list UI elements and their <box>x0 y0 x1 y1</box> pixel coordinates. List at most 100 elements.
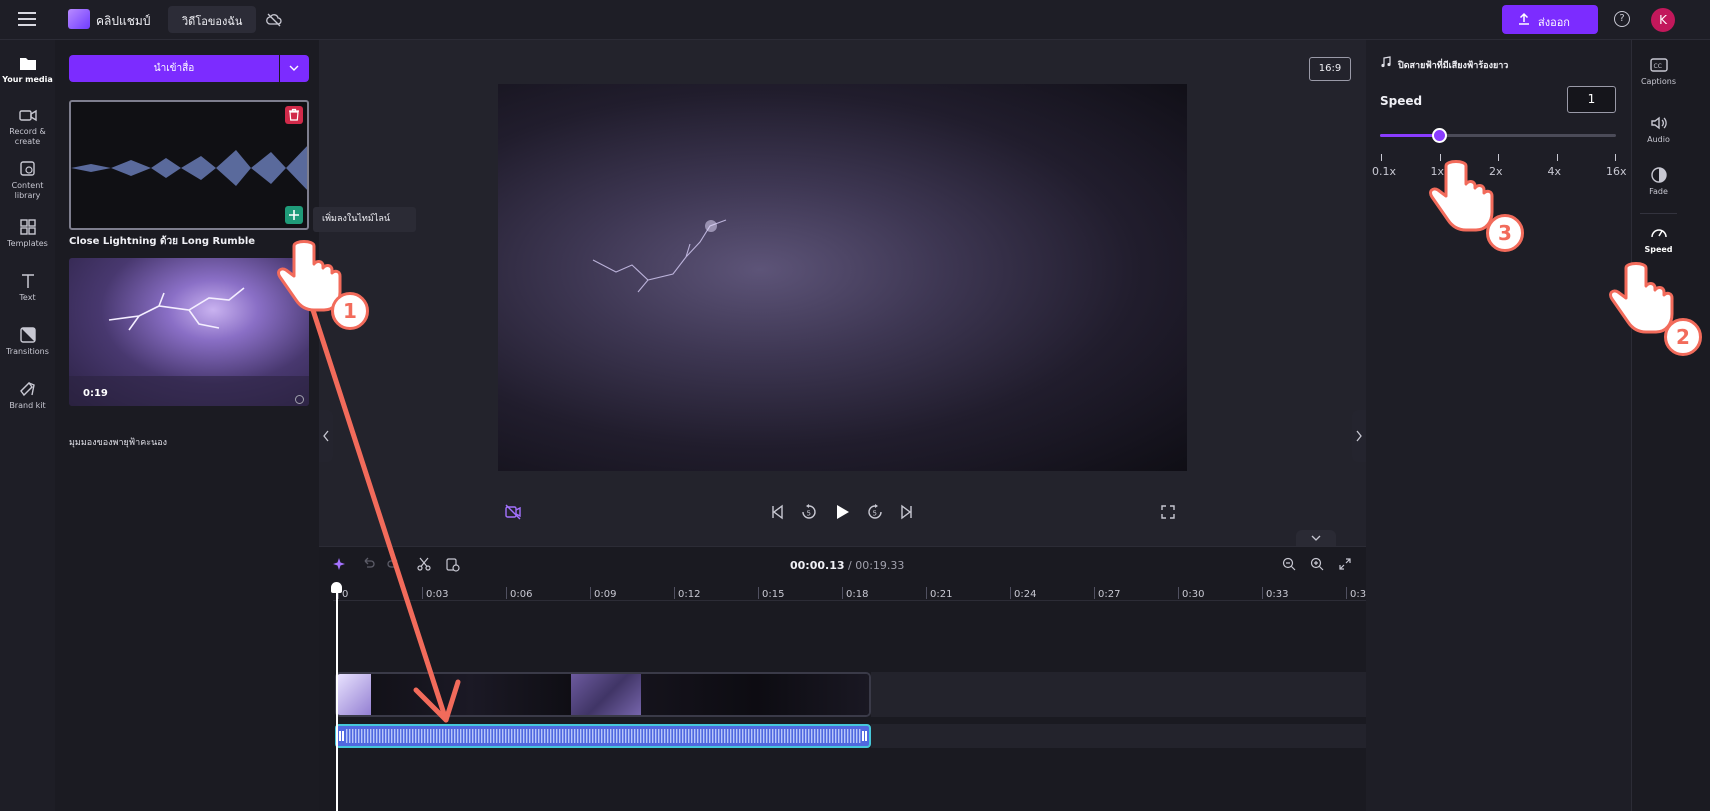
chevron-right-icon <box>1356 430 1362 442</box>
speed-tick <box>1439 154 1441 161</box>
speed-tick-label: 2x <box>1489 165 1503 178</box>
add-to-timeline-button[interactable] <box>285 206 303 224</box>
ruler-tick-label: 0:06 <box>510 589 533 600</box>
speed-tick <box>1615 154 1616 161</box>
rewind-5-icon[interactable]: 5 <box>800 503 818 521</box>
brand-kit-icon <box>19 381 35 397</box>
rail-captions[interactable]: CC Captions <box>1631 56 1686 86</box>
collapse-timeline-button[interactable] <box>1296 530 1336 546</box>
fullscreen-icon[interactable] <box>1159 503 1177 521</box>
nav-label: Transitions <box>6 347 49 356</box>
export-label: ส่งออก <box>1538 16 1570 29</box>
aspect-ratio-button[interactable]: 16:9 <box>1309 57 1351 81</box>
upload-icon <box>1519 12 1529 25</box>
ruler-tick-label: 0:18 <box>846 589 869 600</box>
library-icon <box>19 161 35 176</box>
total-time: / 00:19.33 <box>844 559 905 572</box>
ruler-tick <box>590 587 591 599</box>
speedometer-icon <box>1650 229 1667 238</box>
step-3-badge: 3 <box>1486 214 1524 252</box>
audio-clip[interactable] <box>335 724 871 748</box>
rail-label: Fade <box>1649 187 1668 196</box>
speed-label: Speed <box>1380 94 1423 108</box>
nav-your-media[interactable]: Your media <box>0 54 55 85</box>
audio-waveform <box>71 146 307 190</box>
forward-5-icon[interactable]: 5 <box>866 503 884 521</box>
video-duration: 0:19 <box>83 388 108 399</box>
fit-timeline-icon[interactable] <box>1337 556 1353 572</box>
clip-title: ปิดสายฟ้าที่มีเสียงฟ้าร้องยาว <box>1398 61 1509 71</box>
export-button[interactable]: ส่งออก <box>1502 5 1598 34</box>
video-frame <box>371 674 571 715</box>
text-icon <box>21 274 34 288</box>
ruler-tick-label: 0:33 <box>1266 589 1289 600</box>
lightning-thumbnail <box>69 287 309 406</box>
playhead-handle[interactable] <box>331 582 342 593</box>
video-media-card[interactable]: 0:19 <box>69 258 309 406</box>
ruler-tick <box>926 587 927 599</box>
nav-transitions[interactable]: Transitions <box>0 326 55 357</box>
ruler-tick-label: 0:27 <box>1098 589 1121 600</box>
timecode: 00:00.13 / 00:19.33 <box>790 559 904 572</box>
clipchamp-editor: คลิปแชมป์ วิดีโอของฉัน ส่งออก ? K Your m… <box>0 0 1710 811</box>
ruler-tick-label: 0:09 <box>594 589 617 600</box>
plus-icon <box>289 210 299 220</box>
collapse-right-panel-button[interactable] <box>1352 410 1366 462</box>
play-icon[interactable] <box>833 503 851 521</box>
speaker-icon <box>1650 116 1667 130</box>
avatar[interactable]: K <box>1651 8 1675 32</box>
transitions-icon <box>19 327 36 343</box>
zoom-in-icon[interactable] <box>1309 556 1325 572</box>
nav-text[interactable]: Text <box>0 272 55 303</box>
hamburger-menu-icon[interactable] <box>18 12 36 26</box>
collapse-left-panel-button[interactable] <box>319 410 333 462</box>
audio-media-card[interactable] <box>69 100 309 230</box>
video-frame <box>337 674 371 715</box>
camera-off-icon[interactable] <box>504 503 522 521</box>
skip-forward-icon[interactable] <box>898 503 916 521</box>
media-panel: นำเข้าสื่อ Close Lightning ด้วย Long Rum… <box>55 40 319 811</box>
nav-brand-kit[interactable]: Brand kit <box>0 380 55 411</box>
rail-label: Speed <box>1644 245 1673 254</box>
speed-tick <box>1498 154 1499 161</box>
ruler-tick-label: 0:30 <box>1182 589 1205 600</box>
rail-fade[interactable]: Fade <box>1631 166 1686 196</box>
magic-sparkle-icon[interactable] <box>332 556 348 572</box>
import-dropdown-button[interactable] <box>280 55 309 82</box>
app-name: คลิปแชมป์ <box>96 14 151 28</box>
speed-tick-label: 4x <box>1547 165 1562 178</box>
scissors-icon[interactable] <box>416 556 432 572</box>
ruler-tick <box>1010 587 1011 599</box>
svg-text:5: 5 <box>807 510 811 518</box>
zoom-out-icon[interactable] <box>1281 556 1297 572</box>
redo-icon[interactable] <box>386 556 402 572</box>
nav-templates[interactable]: Templates <box>0 218 55 249</box>
duplicate-icon[interactable] <box>444 556 460 572</box>
delete-button[interactable] <box>285 106 303 124</box>
templates-icon <box>19 219 36 235</box>
playhead[interactable] <box>336 586 338 811</box>
speed-input[interactable]: 1 <box>1567 86 1616 113</box>
nav-record-create[interactable]: Record & create <box>0 106 55 147</box>
svg-text:5: 5 <box>873 510 877 518</box>
ruler-tick-label: 0:15 <box>762 589 785 600</box>
ruler-tick <box>1262 587 1263 599</box>
import-media-button[interactable]: นำเข้าสื่อ <box>69 55 279 82</box>
my-videos-tab[interactable]: วิดีโอของฉัน <box>168 6 257 33</box>
rail-divider <box>1640 213 1677 214</box>
rail-speed[interactable]: Speed <box>1631 224 1686 254</box>
folder-icon <box>19 58 36 70</box>
rail-audio[interactable]: Audio <box>1631 114 1686 144</box>
nav-content-library[interactable]: Content library <box>0 160 55 201</box>
ruler-tick <box>1346 587 1347 599</box>
speed-slider-thumb[interactable] <box>1432 128 1447 143</box>
ruler-tick-label: 0:24 <box>1014 589 1037 600</box>
speed-tick-label: 16x <box>1606 165 1627 178</box>
video-clip[interactable] <box>335 672 871 717</box>
video-preview <box>498 84 1187 471</box>
help-icon[interactable]: ? <box>1614 11 1630 27</box>
undo-icon[interactable] <box>360 556 376 572</box>
video-lane <box>871 672 1366 717</box>
skip-back-icon[interactable] <box>768 503 786 521</box>
step-1-badge: 1 <box>331 292 369 330</box>
